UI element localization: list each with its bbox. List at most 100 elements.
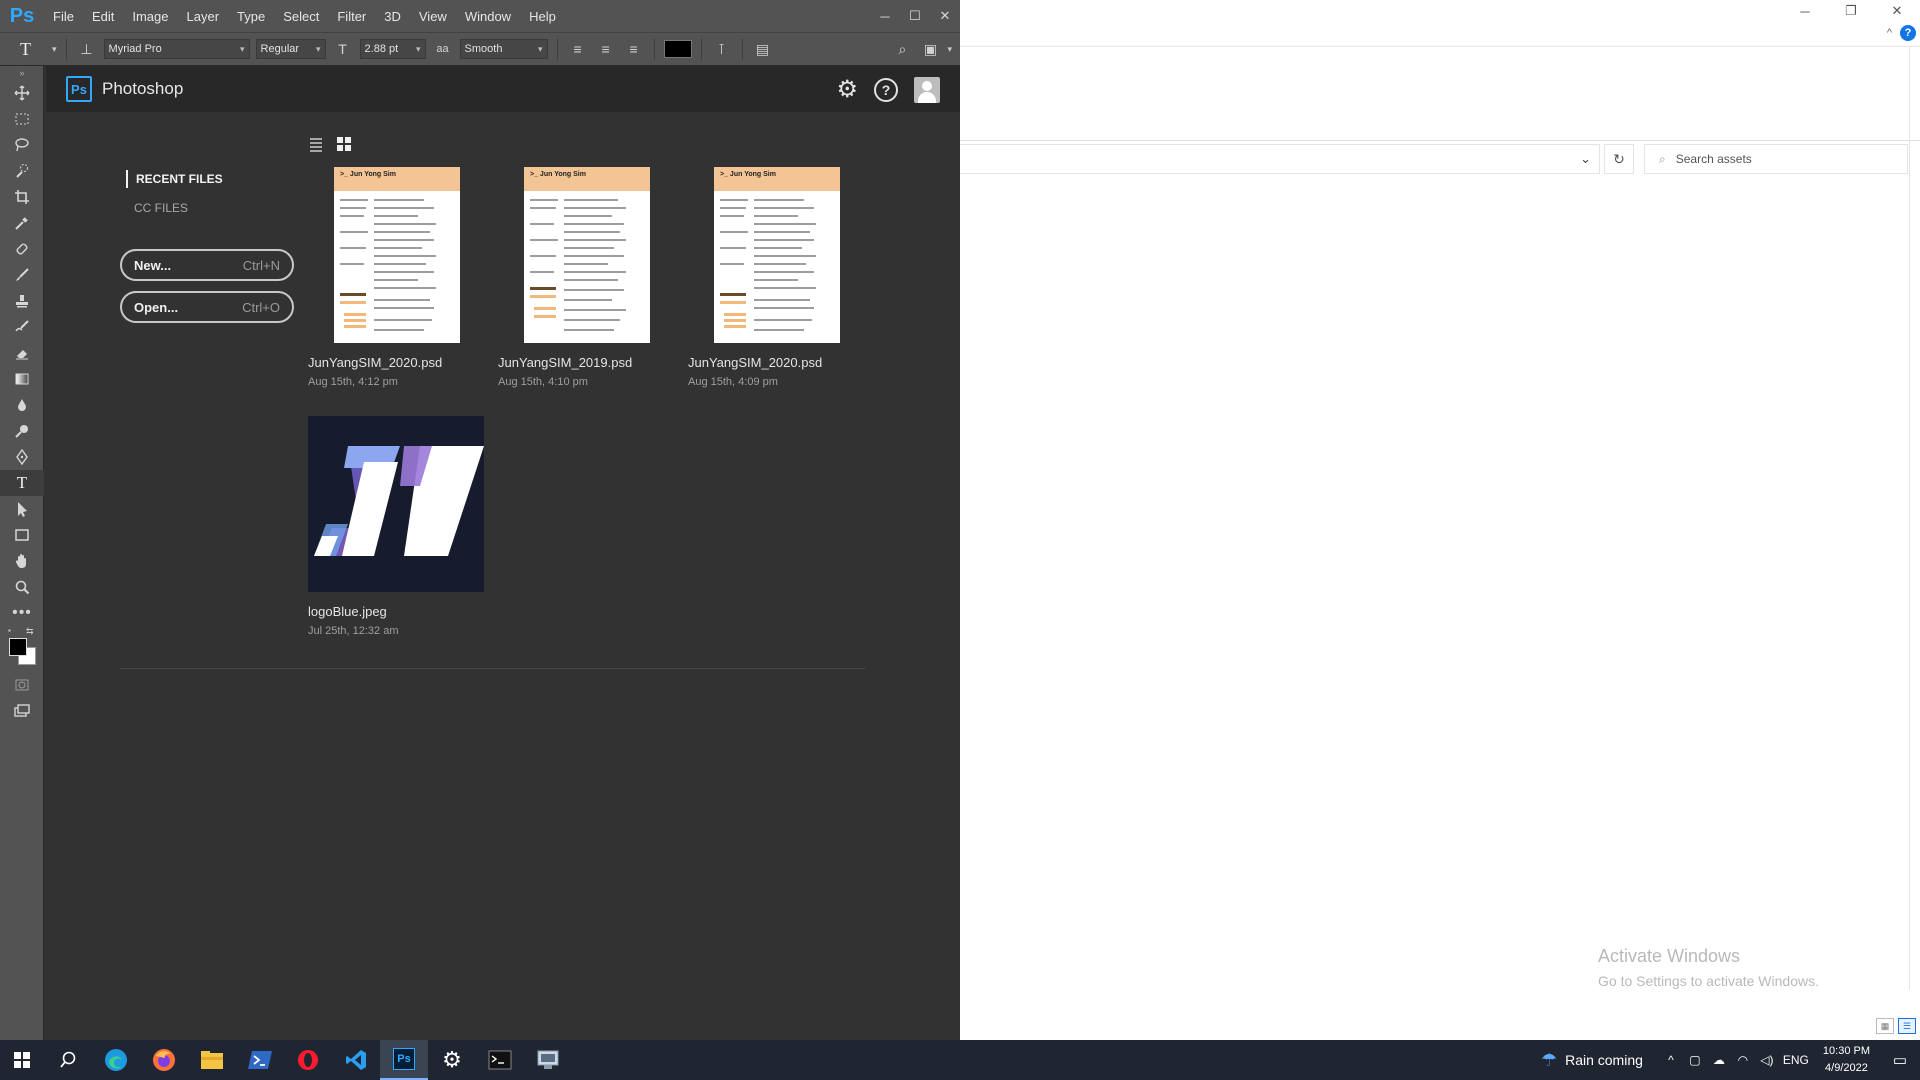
chevron-up-icon[interactable]: ^ [1659, 1053, 1683, 1067]
vscode-icon[interactable] [332, 1040, 380, 1080]
library-dropdown[interactable]: ⌄ [960, 144, 1600, 174]
gear-icon[interactable]: ⚙ [836, 75, 858, 104]
clone-stamp-tool-icon[interactable] [0, 288, 44, 314]
zoom-tool-icon[interactable] [0, 574, 44, 600]
menu-view[interactable]: View [410, 9, 456, 24]
type-tool-icon[interactable]: T [0, 470, 44, 496]
chevron-down-icon[interactable]: ▾ [947, 44, 952, 55]
align-left-icon[interactable]: ≡ [567, 41, 589, 57]
search-icon[interactable]: ⌕ [891, 41, 913, 58]
marquee-tool-icon[interactable] [0, 106, 44, 132]
list-view-icon[interactable] [308, 136, 324, 152]
workspace-icon[interactable]: ▣ [919, 41, 941, 58]
foreground-color-swatch[interactable] [9, 638, 27, 656]
clock[interactable]: 10:30 PM 4/9/2022 [1823, 1043, 1870, 1077]
swap-colors-icon[interactable]: ⇆ [26, 626, 34, 637]
file-name[interactable]: JunYangSIM_2020.psd [308, 355, 488, 370]
remote-app-icon[interactable] [524, 1040, 572, 1080]
wifi-icon[interactable]: ◠ [1731, 1053, 1755, 1067]
chevron-down-icon[interactable]: ▾ [52, 44, 57, 55]
more-tools-icon[interactable]: ••• [0, 600, 44, 626]
nav-cc-files[interactable]: CC FILES [134, 201, 188, 215]
file-name[interactable]: logoBlue.jpeg [308, 604, 488, 619]
menu-type[interactable]: Type [228, 9, 274, 24]
menu-filter[interactable]: Filter [328, 9, 375, 24]
healing-brush-tool-icon[interactable] [0, 236, 44, 262]
recent-file-card[interactable]: >_ Jun Yong Sim [688, 167, 868, 388]
text-color-swatch[interactable] [663, 40, 692, 58]
quick-mask-icon[interactable] [0, 672, 44, 698]
menu-window[interactable]: Window [456, 9, 520, 24]
settings-icon[interactable]: ⚙ [428, 1040, 476, 1080]
collapse-icon[interactable]: ^ [1887, 27, 1892, 39]
type-tool-preset-icon[interactable]: T [20, 39, 46, 60]
character-panel-icon[interactable]: ▤ [752, 41, 774, 58]
default-colors-icon[interactable]: ▪ [8, 626, 11, 635]
blur-tool-icon[interactable] [0, 392, 44, 418]
help-icon[interactable]: ? [874, 77, 898, 102]
screen-mode-icon[interactable] [0, 698, 44, 724]
start-button[interactable] [0, 1040, 44, 1080]
path-selection-tool-icon[interactable] [0, 496, 44, 522]
brush-tool-icon[interactable] [0, 262, 44, 288]
eraser-tool-icon[interactable] [0, 340, 44, 366]
rectangle-tool-icon[interactable] [0, 522, 44, 548]
volume-icon[interactable]: ◁) [1755, 1053, 1779, 1067]
taskbar-search-icon[interactable] [44, 1040, 92, 1080]
search-assets-field[interactable]: ⌕ Search assets [1644, 144, 1908, 174]
refresh-button[interactable]: ↻ [1604, 144, 1634, 174]
new-button[interactable]: New... Ctrl+N [120, 249, 294, 281]
file-thumbnail[interactable] [308, 416, 484, 592]
text-orientation-icon[interactable]: ⊥ [76, 41, 98, 58]
recent-file-card[interactable]: >_ Jun Yong Sim [498, 167, 678, 388]
font-style-select[interactable]: Regular ▾ [255, 39, 326, 59]
close-icon[interactable]: ✕ [1874, 0, 1920, 22]
avatar[interactable] [914, 76, 940, 103]
file-thumbnail[interactable]: >_ Jun Yong Sim [334, 167, 460, 343]
history-brush-tool-icon[interactable] [0, 314, 44, 340]
menu-file[interactable]: File [44, 9, 83, 24]
quick-selection-tool-icon[interactable] [0, 158, 44, 184]
close-icon[interactable]: ✕ [930, 0, 960, 32]
menu-help[interactable]: Help [520, 9, 565, 24]
eyedropper-tool-icon[interactable] [0, 210, 44, 236]
grid-view-icon[interactable] [336, 136, 352, 152]
nav-recent-files[interactable]: RECENT FILES [126, 170, 223, 188]
file-thumbnail[interactable]: >_ Jun Yong Sim [714, 167, 840, 343]
align-center-icon[interactable]: ≡ [595, 41, 617, 57]
font-size-select[interactable]: 2.88 pt ▾ [359, 39, 426, 59]
menu-image[interactable]: Image [123, 9, 177, 24]
powershell-icon[interactable] [236, 1040, 284, 1080]
open-button[interactable]: Open... Ctrl+O [120, 291, 294, 323]
collapse-panel-icon[interactable]: » [0, 66, 44, 80]
help-icon[interactable]: ? [1900, 25, 1916, 41]
gradient-tool-icon[interactable] [0, 366, 44, 392]
recent-file-card[interactable]: logoBlue.jpeg Jul 25th, 12:32 am [308, 416, 488, 637]
file-explorer-icon[interactable] [188, 1040, 236, 1080]
photoshop-taskbar-icon[interactable]: Ps [380, 1040, 428, 1080]
menu-edit[interactable]: Edit [83, 9, 123, 24]
meet-now-icon[interactable]: ▢ [1683, 1053, 1707, 1067]
minimize-icon[interactable]: ─ [1782, 0, 1828, 22]
antialias-select[interactable]: Smooth ▾ [459, 39, 548, 59]
file-thumbnail[interactable]: >_ Jun Yong Sim [524, 167, 650, 343]
opera-icon[interactable] [284, 1040, 332, 1080]
notification-icon[interactable]: ▭ [1880, 1051, 1920, 1069]
language-indicator[interactable]: ENG [1779, 1053, 1813, 1067]
move-tool-icon[interactable] [0, 80, 44, 106]
menu-layer[interactable]: Layer [178, 9, 229, 24]
edge-icon[interactable] [92, 1040, 140, 1080]
restore-icon[interactable]: ❐ [1828, 0, 1874, 22]
list-view-icon[interactable]: ☰ [1898, 1018, 1916, 1034]
terminal-icon[interactable] [476, 1040, 524, 1080]
recent-file-card[interactable]: >_ Jun Yong Sim [308, 167, 488, 388]
hand-tool-icon[interactable] [0, 548, 44, 574]
pen-tool-icon[interactable] [0, 444, 44, 470]
file-name[interactable]: JunYangSIM_2020.psd [688, 355, 868, 370]
minimize-icon[interactable]: ─ [870, 0, 900, 32]
warp-text-icon[interactable]: ⊺ [711, 41, 733, 58]
onedrive-icon[interactable]: ☁ [1707, 1053, 1731, 1067]
grid-view-icon[interactable]: ▦ [1876, 1018, 1894, 1034]
weather-widget[interactable]: ☂ Rain coming [1541, 1050, 1643, 1071]
dodge-tool-icon[interactable] [0, 418, 44, 444]
